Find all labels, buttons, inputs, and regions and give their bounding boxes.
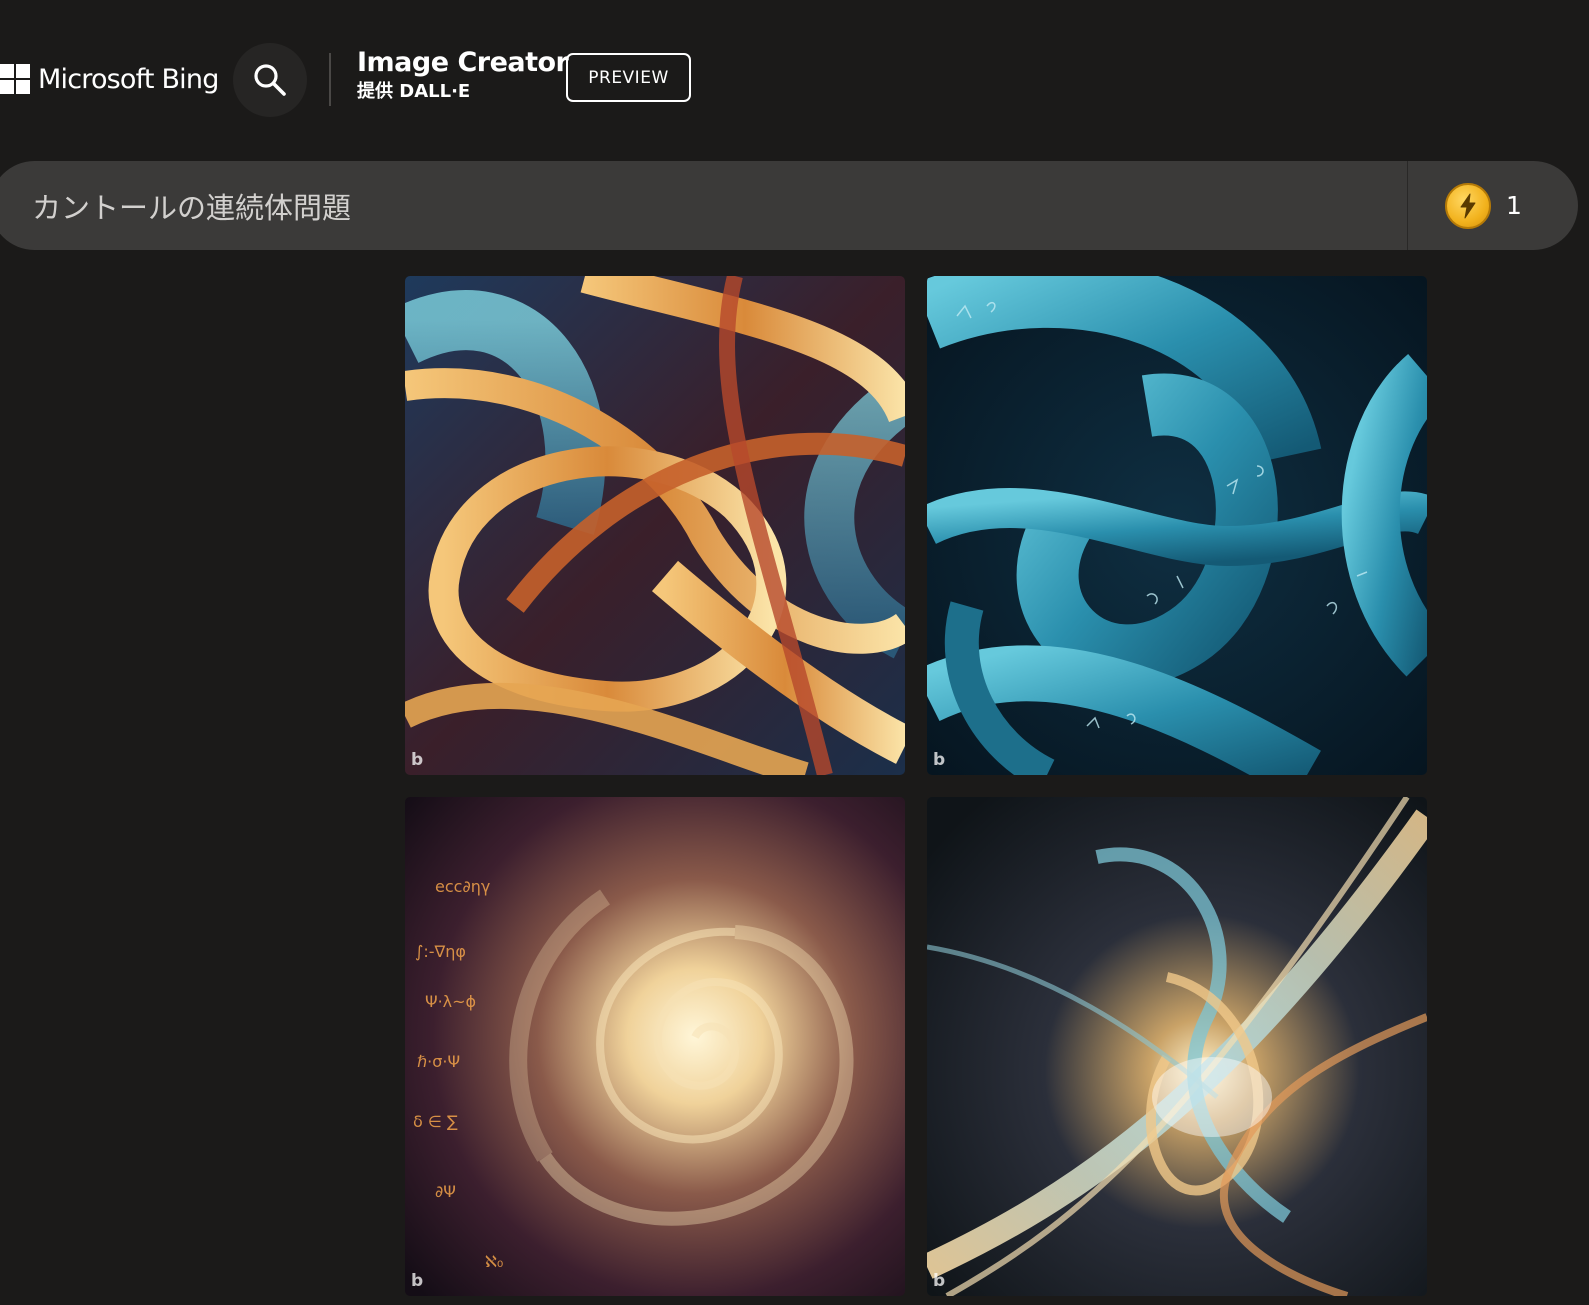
app-title: Image Creator bbox=[357, 47, 569, 78]
generated-image-3[interactable]: ecc∂ηγ ∫:-∇ηφ Ψ·λ~ϕ ℏ·σ·Ψ δ ∈ ∑ ∂Ψ ℵ₀ b bbox=[405, 797, 905, 1296]
image-abstract-spiral-glow: ecc∂ηγ ∫:-∇ηφ Ψ·λ~ϕ ℏ·σ·Ψ δ ∈ ∑ ∂Ψ ℵ₀ bbox=[405, 797, 905, 1296]
bing-watermark: b bbox=[411, 1271, 424, 1291]
svg-text:δ ∈ ∑: δ ∈ ∑ bbox=[413, 1112, 458, 1131]
generated-image-2[interactable]: b bbox=[927, 276, 1427, 775]
image-abstract-tubes-teal bbox=[927, 276, 1427, 775]
boost-count: 1 bbox=[1506, 191, 1522, 220]
title-block: Image Creator 提供 DALL·E bbox=[357, 46, 569, 104]
image-abstract-ribbons-gold bbox=[405, 276, 905, 775]
bing-logo[interactable]: Microsoft Bing bbox=[0, 61, 219, 97]
svg-text:∂Ψ: ∂Ψ bbox=[435, 1182, 456, 1201]
svg-text:∫:-∇ηφ: ∫:-∇ηφ bbox=[415, 942, 466, 961]
boost-coin bbox=[1445, 182, 1491, 229]
prompt-divider bbox=[1407, 161, 1408, 250]
generated-image-4[interactable]: b bbox=[927, 797, 1427, 1296]
svg-text:Ψ·λ~ϕ: Ψ·λ~ϕ bbox=[425, 992, 476, 1011]
boost-counter[interactable]: 1 bbox=[1445, 182, 1522, 229]
logo-text: Microsoft Bing bbox=[38, 63, 219, 95]
svg-text:ℏ·σ·Ψ: ℏ·σ·Ψ bbox=[417, 1052, 460, 1071]
lightning-bolt-icon bbox=[1460, 193, 1476, 218]
header: Microsoft Bing Image Creator 提供 DALL·E P… bbox=[0, 0, 1589, 150]
bing-watermark: b bbox=[933, 1271, 946, 1291]
prompt-input[interactable] bbox=[32, 161, 1372, 250]
image-abstract-light-ribbons bbox=[927, 797, 1427, 1296]
bing-watermark: b bbox=[933, 750, 946, 770]
search-button[interactable] bbox=[233, 43, 307, 117]
prompt-bar: 1 bbox=[0, 161, 1578, 250]
svg-text:ecc∂ηγ: ecc∂ηγ bbox=[435, 877, 490, 896]
search-icon bbox=[254, 64, 286, 96]
svg-text:ℵ₀: ℵ₀ bbox=[485, 1252, 503, 1271]
app-subtitle: 提供 DALL·E bbox=[357, 81, 471, 102]
header-divider bbox=[329, 53, 331, 106]
bing-watermark: b bbox=[411, 750, 424, 770]
generated-image-1[interactable]: b bbox=[405, 276, 905, 775]
microsoft-windows-logo-icon bbox=[0, 64, 30, 94]
preview-badge: PREVIEW bbox=[566, 53, 691, 102]
